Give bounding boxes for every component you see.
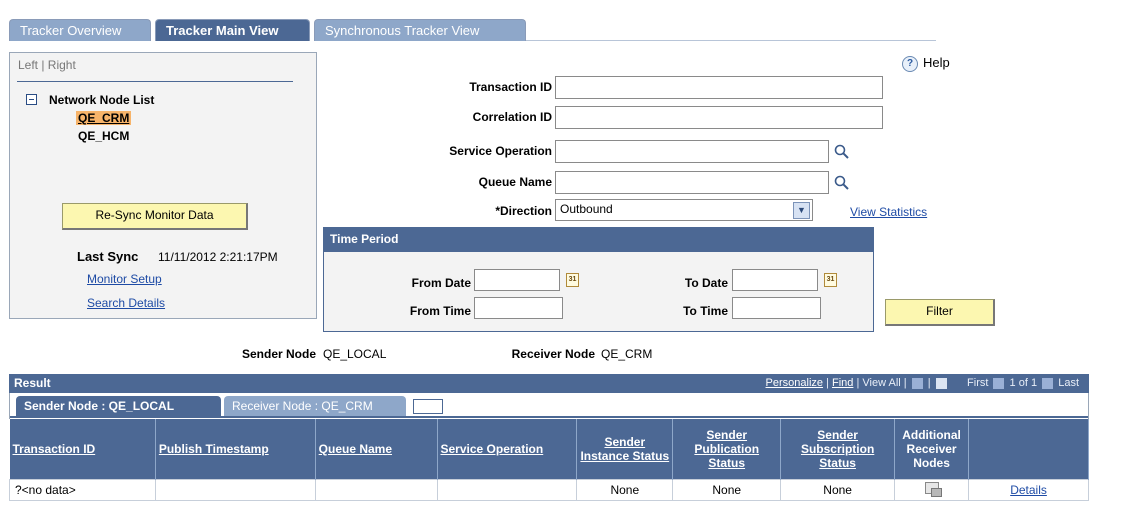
chevron-down-icon[interactable]: ▼ — [793, 202, 810, 219]
tab-divider — [526, 40, 936, 41]
col-sender-instance-status[interactable]: Sender Instance Status — [576, 419, 674, 479]
from-time-input[interactable] — [474, 297, 563, 319]
to-time-label: To Time — [683, 304, 728, 318]
search-details-link[interactable]: Search Details — [87, 296, 165, 310]
show-all-columns-icon[interactable] — [413, 399, 443, 414]
col-publish-timestamp[interactable]: Publish Timestamp — [155, 419, 316, 479]
receiver-node-label: Receiver Node — [511, 347, 595, 361]
cell-instance-status: None — [576, 478, 674, 501]
node-qe-crm[interactable]: QE_CRM — [76, 111, 132, 125]
cell-transaction-id: ?<no data> — [9, 478, 156, 501]
cell-service-operation — [436, 478, 578, 501]
cell-queue-name — [314, 478, 438, 501]
direction-select[interactable]: Outbound ▼ — [555, 199, 813, 221]
filter-button[interactable]: Filter — [885, 299, 995, 326]
time-period-box: Time Period From Date 31 To Date 31 From… — [323, 227, 874, 332]
result-title: Result — [14, 376, 51, 390]
correlation-id-input[interactable] — [555, 106, 883, 129]
result-subtabs: Sender Node : QE_LOCAL Receiver Node : Q… — [9, 393, 1089, 419]
cell-publication-status: None — [672, 478, 782, 501]
help-label[interactable]: Help — [923, 55, 950, 70]
last-sync-label: Last Sync — [77, 249, 139, 264]
view-statistics-link[interactable]: View Statistics — [850, 205, 927, 219]
tab-synchronous-tracker-view[interactable]: Synchronous Tracker View — [314, 19, 526, 41]
calendar-icon[interactable]: 31 — [824, 273, 837, 287]
time-period-title: Time Period — [324, 228, 873, 252]
from-time-label: From Time — [409, 304, 471, 318]
tab-receiver-node[interactable]: Receiver Node : QE_CRM — [224, 396, 406, 416]
left-panel-divider — [17, 81, 293, 82]
cell-publish-timestamp — [154, 478, 316, 501]
cell-subscription-status: None — [780, 478, 896, 501]
sender-node-label: Sender Node — [241, 347, 316, 361]
table-row: ?<no data> None None None Details — [9, 478, 1089, 501]
grid-icon[interactable] — [935, 377, 947, 389]
network-node-list-title: Network Node List — [49, 93, 155, 107]
col-sender-publication-status[interactable]: Sender Publication Status — [672, 419, 782, 479]
last-sync-value: 11/11/2012 2:21:17PM — [158, 250, 278, 264]
direction-value: Outbound — [560, 202, 613, 216]
last-label[interactable]: Last — [1058, 377, 1079, 389]
receiver-node-value: QE_CRM — [601, 347, 653, 361]
to-time-input[interactable] — [732, 297, 821, 319]
cell-details: Details — [968, 478, 1089, 501]
col-service-operation[interactable]: Service Operation — [437, 419, 578, 479]
first-label[interactable]: First — [967, 377, 988, 389]
tab-tracker-main-view[interactable]: Tracker Main View — [155, 19, 310, 41]
left-right-toggle[interactable]: Left | Right — [18, 58, 76, 72]
to-date-input[interactable] — [732, 269, 818, 291]
next-arrow-icon[interactable] — [1042, 377, 1054, 389]
col-details — [968, 419, 1089, 479]
calendar-icon[interactable]: 31 — [566, 273, 579, 287]
col-additional-receiver-nodes: Additional Receiver Nodes — [894, 419, 970, 479]
sender-node-value: QE_LOCAL — [323, 347, 387, 361]
transaction-id-input[interactable] — [555, 76, 883, 99]
queue-name-label: Queue Name — [478, 175, 552, 189]
search-icon[interactable] — [834, 175, 850, 191]
correlation-id-label: Correlation ID — [472, 110, 552, 124]
from-date-input[interactable] — [474, 269, 560, 291]
col-transaction-id[interactable]: Transaction ID — [9, 419, 156, 479]
from-date-label: From Date — [411, 276, 471, 290]
left-panel: Left | Right Network Node List QE_CRM QE… — [9, 52, 317, 319]
cell-receiver-nodes — [894, 478, 970, 501]
personalize-link[interactable]: Personalize — [766, 377, 823, 389]
service-operation-label: Service Operation — [449, 144, 552, 158]
tab-tracker-overview[interactable]: Tracker Overview — [9, 19, 151, 41]
transaction-id-label: Transaction ID — [469, 80, 552, 94]
node-qe-hcm[interactable]: QE_HCM — [78, 129, 129, 143]
subtab-divider — [10, 416, 1088, 418]
download-icon[interactable] — [911, 377, 923, 389]
monitor-setup-link[interactable]: Monitor Setup — [87, 272, 162, 286]
collapse-icon[interactable] — [26, 94, 37, 105]
view-all-link[interactable]: View All — [862, 377, 900, 389]
search-icon[interactable] — [834, 144, 850, 160]
receiver-nodes-icon[interactable] — [924, 482, 942, 497]
direction-label: *Direction — [495, 204, 552, 218]
previous-arrow-icon[interactable] — [993, 377, 1005, 389]
details-link[interactable]: Details — [1010, 483, 1047, 497]
col-queue-name[interactable]: Queue Name — [315, 419, 438, 479]
col-sender-subscription-status[interactable]: Sender Subscription Status — [780, 419, 896, 479]
tab-sender-node[interactable]: Sender Node : QE_LOCAL — [16, 396, 221, 416]
result-table: Transaction ID Publish Timestamp Queue N… — [9, 419, 1089, 501]
service-operation-input[interactable] — [555, 140, 829, 163]
queue-name-input[interactable] — [555, 171, 829, 194]
range-text: 1 of 1 — [1009, 377, 1038, 389]
to-date-label: To Date — [684, 276, 728, 290]
grid-navigation: Personalize | Find | View All | | First … — [765, 377, 1079, 389]
result-header: Result Personalize | Find | View All | |… — [9, 374, 1089, 393]
resync-monitor-data-button[interactable]: Re-Sync Monitor Data — [62, 203, 248, 230]
find-link[interactable]: Find — [832, 377, 853, 389]
help-icon[interactable]: ? — [902, 56, 918, 72]
